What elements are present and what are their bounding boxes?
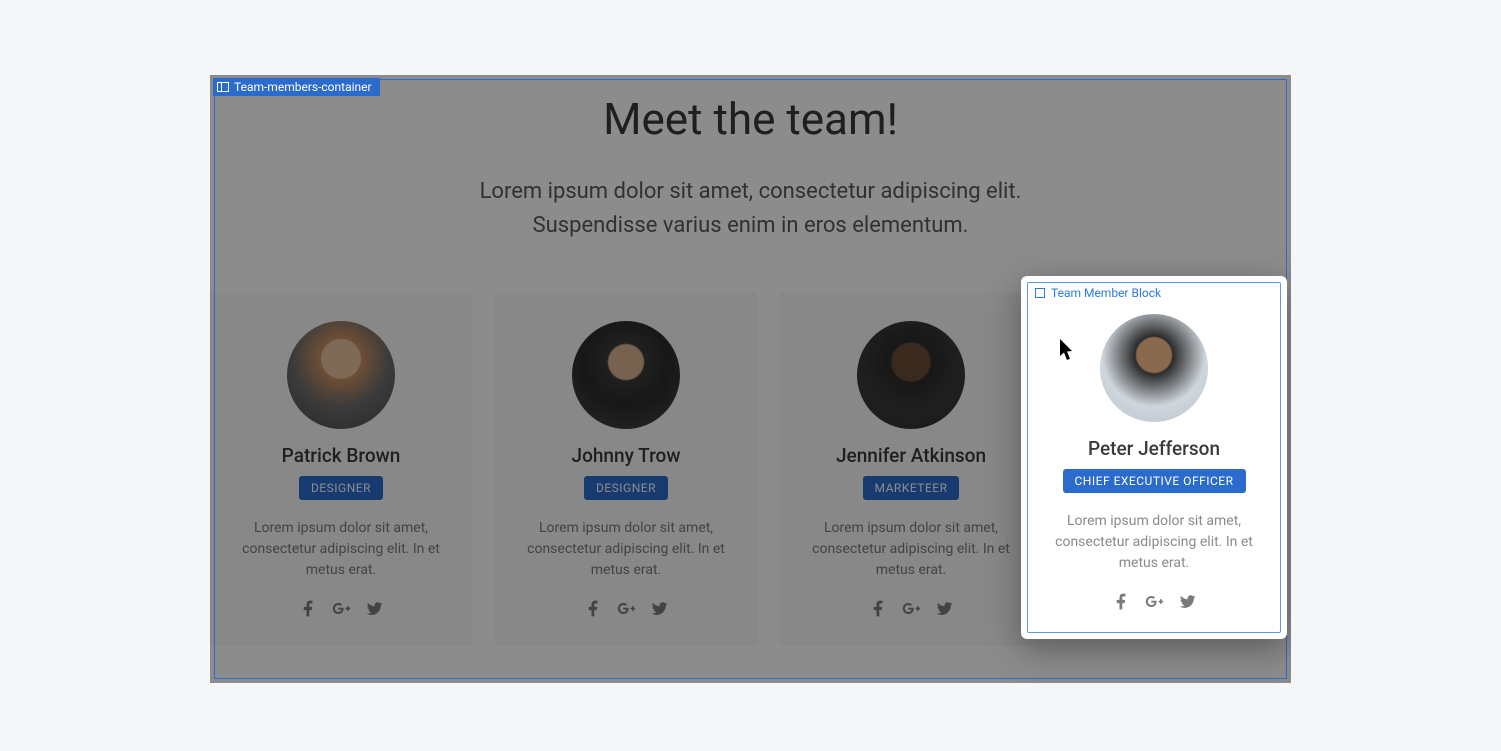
container-icon xyxy=(217,82,229,92)
subheading-line-2: Suspendisse varius enim in eros elementu… xyxy=(533,213,969,238)
section-subheading: Lorem ipsum dolor sit amet, consectetur … xyxy=(210,175,1291,243)
facebook-icon[interactable] xyxy=(869,599,888,622)
twitter-icon[interactable] xyxy=(650,599,669,622)
member-role-badge: DESIGNER xyxy=(299,476,383,500)
avatar-image xyxy=(572,321,680,429)
facebook-icon[interactable] xyxy=(1112,592,1131,615)
block-selection-tag[interactable]: Team Member Block xyxy=(1035,286,1161,300)
block-icon xyxy=(1035,288,1045,298)
container-selection-tag[interactable]: Team-members-container xyxy=(213,78,380,96)
social-links xyxy=(1039,592,1269,615)
team-member-card[interactable]: Patrick Brown DESIGNER Lorem ipsum dolor… xyxy=(210,293,472,646)
facebook-icon[interactable] xyxy=(299,599,318,622)
container-tag-text: Team-members-container xyxy=(234,80,372,94)
social-links xyxy=(513,599,739,622)
twitter-icon[interactable] xyxy=(935,599,954,622)
design-canvas: Meet the team! Lorem ipsum dolor sit ame… xyxy=(210,75,1291,683)
member-bio: Lorem ipsum dolor sit amet, consectetur … xyxy=(798,518,1024,581)
member-role-badge: DESIGNER xyxy=(584,476,668,500)
google-plus-icon[interactable] xyxy=(1145,592,1164,615)
member-bio: Lorem ipsum dolor sit amet, consectetur … xyxy=(513,518,739,581)
member-role-badge: CHIEF EXECUTIVE OFFICER xyxy=(1063,469,1246,493)
block-tag-text: Team Member Block xyxy=(1051,286,1161,300)
social-links xyxy=(798,599,1024,622)
member-name: Jennifer Atkinson xyxy=(798,444,1024,467)
team-member-card-selected[interactable]: Team Member Block Peter Jefferson CHIEF … xyxy=(1021,276,1287,639)
twitter-icon[interactable] xyxy=(365,599,384,622)
subheading-line-1: Lorem ipsum dolor sit amet, consectetur … xyxy=(480,179,1022,204)
facebook-icon[interactable] xyxy=(584,599,603,622)
team-member-card[interactable]: Jennifer Atkinson MARKETEER Lorem ipsum … xyxy=(780,293,1042,646)
member-role-badge: MARKETEER xyxy=(863,476,960,500)
team-member-card[interactable]: Johnny Trow DESIGNER Lorem ipsum dolor s… xyxy=(495,293,757,646)
member-name: Johnny Trow xyxy=(513,444,739,467)
member-bio: Lorem ipsum dolor sit amet, consectetur … xyxy=(228,518,454,581)
member-name: Patrick Brown xyxy=(228,444,454,467)
avatar-image xyxy=(1100,314,1208,422)
avatar-image xyxy=(857,321,965,429)
twitter-icon[interactable] xyxy=(1178,592,1197,615)
social-links xyxy=(228,599,454,622)
google-plus-icon[interactable] xyxy=(332,599,351,622)
avatar-image xyxy=(287,321,395,429)
member-bio: Lorem ipsum dolor sit amet, consectetur … xyxy=(1039,511,1269,574)
member-name: Peter Jefferson xyxy=(1039,437,1269,460)
google-plus-icon[interactable] xyxy=(617,599,636,622)
section-heading: Meet the team! xyxy=(210,93,1291,145)
google-plus-icon[interactable] xyxy=(902,599,921,622)
